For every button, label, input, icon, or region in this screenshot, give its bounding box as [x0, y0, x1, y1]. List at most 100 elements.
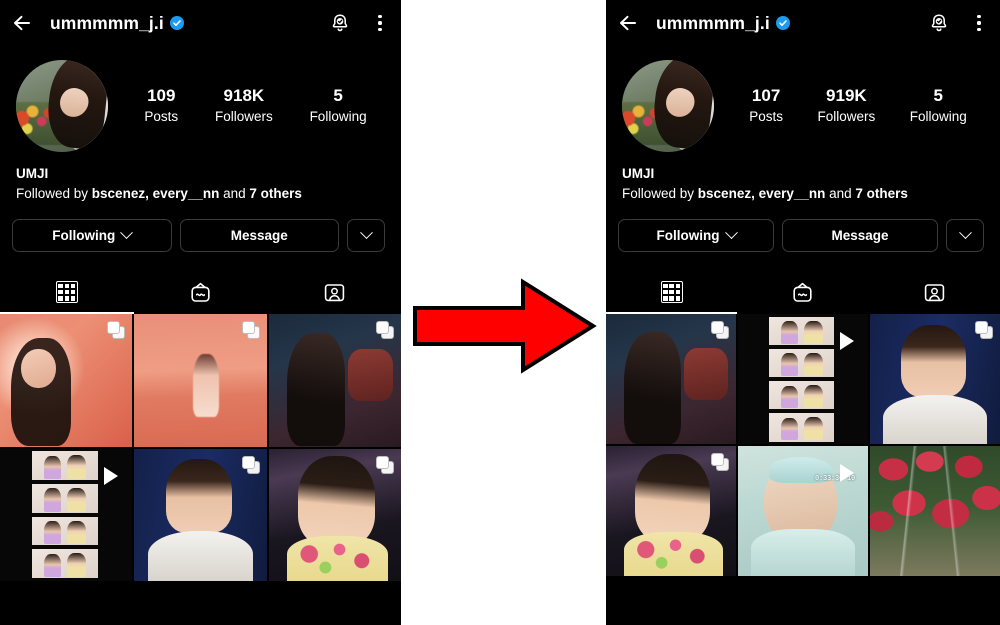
before-post-2[interactable] — [134, 314, 267, 447]
before-app-header: ummmmm_j.i — [0, 0, 401, 46]
before-stat-followers[interactable]: 918K Followers — [215, 85, 273, 127]
back-arrow-icon[interactable] — [10, 10, 36, 36]
overflow-menu-icon[interactable] — [970, 13, 988, 33]
after-stats: 107 Posts 919K Followers 5 Following — [714, 85, 986, 127]
after-avatar[interactable] — [622, 60, 714, 152]
before-posts-label: Posts — [144, 108, 179, 124]
before-stat-posts[interactable]: 109 Posts — [144, 85, 178, 127]
before-followers-label: Followers — [214, 108, 273, 124]
after-following-label: Following — [656, 228, 720, 244]
after-following-button[interactable]: Following — [618, 219, 774, 253]
before-following-label: Following — [52, 228, 116, 244]
carousel-icon — [975, 321, 993, 340]
before-photo-grid — [0, 314, 401, 581]
before-followed-names: bscenez, every__nn — [91, 186, 220, 202]
before-tab-grid[interactable] — [0, 270, 134, 315]
after-followed-prefix: Followed by — [622, 186, 698, 202]
after-posts-count: 107 — [751, 86, 781, 106]
chevron-down-icon — [958, 226, 972, 240]
after-tab-grid[interactable] — [606, 270, 738, 315]
carousel-icon — [375, 455, 394, 474]
notification-bell-icon[interactable] — [928, 12, 950, 34]
overflow-menu-icon[interactable] — [371, 13, 389, 33]
grid-icon — [660, 281, 683, 304]
before-more-button[interactable] — [347, 219, 385, 253]
carousel-icon — [711, 453, 729, 472]
before-post-6[interactable] — [268, 448, 401, 581]
before-post-1[interactable] — [0, 314, 133, 447]
before-following-button[interactable]: Following — [12, 219, 172, 253]
after-followed-names: bscenez, every__nn — [697, 186, 826, 202]
tagged-person-icon — [923, 281, 946, 304]
chevron-down-icon — [359, 226, 373, 240]
after-post-1[interactable] — [606, 314, 736, 445]
after-post-6[interactable] — [870, 446, 1000, 577]
after-stat-following[interactable]: 5 Following — [910, 85, 967, 127]
after-username: ummmmm_j.i — [656, 12, 770, 33]
before-username-block[interactable]: ummmmm_j.i — [50, 13, 329, 34]
grid-icon — [55, 281, 78, 304]
after-more-button[interactable] — [946, 219, 984, 253]
after-post-4[interactable] — [606, 446, 736, 577]
after-message-label: Message — [831, 228, 889, 244]
after-post-2[interactable] — [738, 314, 868, 445]
play-icon — [104, 466, 119, 485]
before-stat-following[interactable]: 5 Following — [310, 85, 367, 127]
chevron-down-icon — [120, 226, 134, 240]
play-icon — [840, 464, 854, 483]
after-bio: UMJI Followed by bscenez, every__nn and … — [606, 152, 1000, 205]
before-followed-prefix: Followed by — [16, 186, 92, 202]
after-stat-followers[interactable]: 919K Followers — [817, 85, 875, 127]
before-following-count: 5 — [333, 86, 343, 106]
before-following-label: Following — [309, 108, 367, 124]
before-tab-tagged[interactable] — [267, 270, 401, 314]
after-post-5[interactable]: 0:33:30 10 — [738, 446, 868, 577]
before-action-buttons: Following Message — [0, 205, 401, 253]
after-followed-mid: and — [825, 186, 856, 202]
before-avatar[interactable] — [16, 60, 108, 152]
after-stat-posts[interactable]: 107 Posts — [749, 85, 783, 127]
after-username-block[interactable]: ummmmm_j.i — [656, 13, 928, 34]
before-stats: 109 Posts 918K Followers 5 Following — [108, 85, 387, 127]
notification-bell-icon[interactable] — [329, 12, 351, 34]
play-icon — [840, 332, 854, 351]
before-profile-panel: ummmmm_j.i 109 Posts 918K Followers 5 Fo… — [0, 0, 401, 625]
back-arrow-icon[interactable] — [616, 10, 642, 36]
carousel-icon — [107, 321, 126, 340]
right-arrow-icon — [411, 278, 597, 374]
after-following-label: Following — [909, 108, 967, 124]
post-thumbnail — [870, 446, 1000, 577]
before-tab-igtv[interactable] — [134, 270, 268, 314]
after-header-actions — [928, 12, 988, 34]
after-tab-igtv[interactable] — [737, 270, 868, 314]
carousel-icon — [241, 321, 260, 340]
igtv-icon — [189, 281, 212, 304]
after-post-3[interactable] — [870, 314, 1000, 445]
after-posts-label: Posts — [749, 108, 783, 124]
after-display-name: UMJI — [622, 166, 655, 181]
before-followed-by[interactable]: Followed by bscenez, every__nn and 7 oth… — [16, 184, 385, 205]
before-message-button[interactable]: Message — [179, 219, 339, 253]
before-post-3[interactable] — [268, 314, 401, 447]
after-followers-count: 919K — [826, 86, 867, 106]
before-followed-mid: and — [219, 186, 250, 202]
after-app-header: ummmmm_j.i — [606, 0, 1000, 46]
before-post-4[interactable] — [0, 448, 133, 581]
before-tab-bar — [0, 270, 401, 315]
igtv-icon — [791, 281, 814, 304]
before-header-actions — [329, 12, 389, 34]
verified-badge-icon — [169, 16, 184, 30]
after-followed-by[interactable]: Followed by bscenez, every__nn and 7 oth… — [622, 184, 984, 205]
after-message-button[interactable]: Message — [782, 219, 938, 253]
carousel-icon — [375, 321, 394, 340]
before-display-name: UMJI — [16, 166, 49, 181]
after-followed-others: 7 others — [855, 186, 908, 202]
tagged-person-icon — [323, 281, 346, 304]
comparison-stage: ummmmm_j.i 109 Posts 918K Followers 5 Fo… — [0, 0, 1000, 625]
before-post-5[interactable] — [134, 448, 267, 581]
after-tab-tagged[interactable] — [869, 270, 1000, 314]
after-following-count: 5 — [933, 86, 943, 106]
chevron-down-icon — [724, 226, 738, 240]
carousel-icon — [711, 321, 729, 340]
before-followed-others: 7 others — [249, 186, 302, 202]
